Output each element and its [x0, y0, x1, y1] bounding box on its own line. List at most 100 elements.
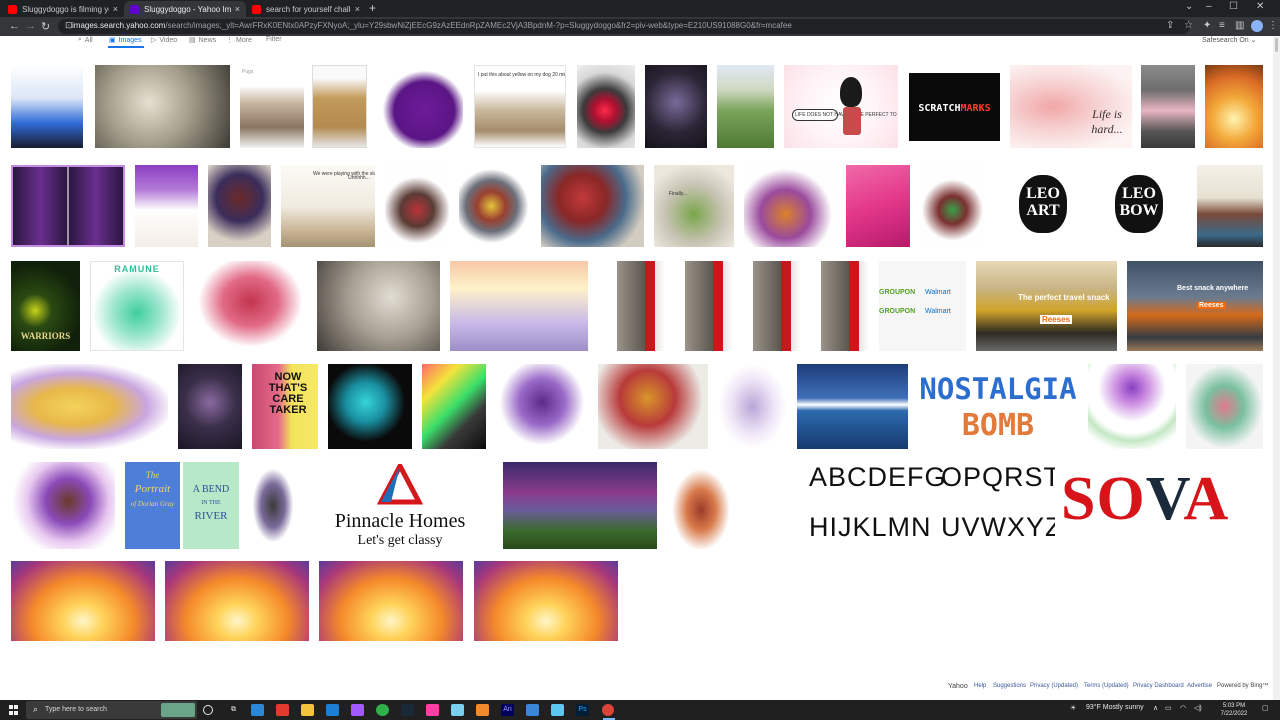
image-result[interactable] — [165, 561, 309, 641]
tab-filter[interactable]: Filter — [266, 36, 282, 43]
footer-suggestions-link[interactable]: Suggestions — [993, 683, 1026, 689]
animate-icon[interactable]: An — [501, 704, 514, 716]
image-result[interactable]: Pinnacle Homes Let's get classy — [307, 462, 493, 549]
app-icon[interactable] — [451, 704, 464, 716]
close-tab-icon[interactable]: × — [113, 4, 118, 14]
image-result[interactable]: The perfect travel snack Reeses — [976, 261, 1117, 351]
back-button[interactable]: ← — [9, 20, 20, 32]
cortana-icon[interactable] — [203, 705, 213, 715]
maximize-button[interactable]: ☐ — [1229, 1, 1238, 12]
image-result[interactable] — [797, 364, 908, 449]
menu-icon[interactable]: ⋮ — [1268, 20, 1278, 31]
close-window-button[interactable]: ✕ — [1256, 1, 1264, 12]
mail-icon[interactable] — [251, 704, 264, 716]
tab-news[interactable]: ▤ News — [189, 36, 216, 45]
image-result[interactable] — [422, 364, 486, 449]
image-result[interactable] — [11, 364, 168, 449]
image-result[interactable] — [496, 364, 588, 449]
app-icon[interactable] — [426, 704, 439, 716]
edge-icon[interactable] — [326, 704, 339, 716]
image-result[interactable] — [11, 462, 115, 549]
url-text[interactable]: images.search.yahoo.com/search/images;_y… — [72, 21, 1152, 30]
image-result[interactable]: RAMUNE — [90, 261, 184, 351]
image-result[interactable]: SOVA — [1061, 462, 1263, 549]
image-result[interactable] — [474, 561, 618, 641]
image-result[interactable] — [11, 561, 155, 641]
tab-images[interactable]: ▣ Images — [109, 36, 142, 45]
image-result[interactable] — [317, 261, 440, 351]
image-result[interactable]: LEO ART — [995, 165, 1091, 247]
close-tab-icon[interactable]: × — [355, 4, 360, 14]
scrollbar-thumb[interactable] — [1275, 38, 1278, 52]
image-result[interactable] — [208, 165, 271, 247]
image-result[interactable] — [178, 364, 242, 449]
image-result[interactable]: A BEND IN THE RIVER — [183, 462, 239, 549]
image-result[interactable] — [1141, 65, 1195, 148]
image-result[interactable]: I put this about yellow on my dog 20 min… — [474, 65, 566, 148]
image-result[interactable] — [577, 65, 635, 148]
footer-privacy-dashboard-link[interactable]: Privacy Dashboard — [1133, 683, 1184, 689]
image-result[interactable] — [667, 462, 735, 549]
image-result[interactable] — [11, 65, 83, 148]
image-result[interactable]: Finally... — [654, 165, 734, 247]
image-result[interactable] — [95, 65, 230, 148]
share-icon[interactable]: ⇪ — [1166, 20, 1174, 31]
browser-tab-yahoo-images[interactable]: Sluggydoggo - Yahoo Image Sea × — [124, 1, 246, 17]
network-icon[interactable]: ▭ — [1165, 704, 1172, 712]
image-result[interactable] — [846, 165, 910, 247]
image-result[interactable]: ABCDEFG OPQRST HIJKLMN UVWXYZ — [805, 462, 1055, 549]
footer-terms-link[interactable]: Terms (Updated) — [1084, 683, 1129, 689]
footer-help-link[interactable]: Help — [974, 683, 986, 689]
taskbar-clock[interactable]: 5:03 PM 7/22/2022 — [1219, 702, 1249, 718]
steam-icon[interactable] — [401, 704, 414, 716]
image-result[interactable]: NOSTALGIA BOMB — [918, 364, 1078, 449]
image-result[interactable] — [503, 462, 657, 549]
address-bar[interactable]: ⊡ images.search.yahoo.com/search/images;… — [58, 19, 1190, 34]
image-result[interactable] — [744, 165, 836, 247]
wifi-icon[interactable]: ◠ — [1180, 704, 1186, 712]
tab-all[interactable]: ⌕ All — [78, 36, 93, 44]
minimize-button[interactable]: – — [1206, 1, 1212, 12]
app-icon[interactable] — [376, 704, 389, 716]
footer-privacy-link[interactable]: Privacy (Updated) — [1030, 683, 1078, 689]
scrollbar[interactable] — [1273, 36, 1280, 700]
notifications-icon[interactable]: ▢ — [1262, 704, 1269, 712]
image-result[interactable] — [377, 65, 463, 148]
image-result[interactable] — [450, 261, 588, 351]
image-result[interactable]: We were playing with the slugs Uhhhhh... — [281, 165, 375, 247]
image-result[interactable]: NOW THAT'S CARE TAKER — [252, 364, 318, 449]
close-tab-icon[interactable]: × — [235, 4, 240, 14]
taskbar-search-box[interactable]: ⌕ Type here to search — [26, 701, 197, 719]
task-view-icon[interactable]: ⧉ — [227, 704, 240, 716]
star-icon[interactable]: ☆ — [1184, 20, 1193, 31]
image-result[interactable] — [645, 65, 707, 148]
tab-search-icon[interactable]: ⌄ — [1185, 1, 1193, 12]
image-result[interactable] — [11, 165, 125, 247]
new-tab-button[interactable]: + — [369, 1, 376, 15]
sidebar-icon[interactable]: ▥ — [1235, 20, 1244, 31]
browser-tab-youtube-search[interactable]: search for yourself challenge (pr × — [246, 1, 366, 17]
image-result[interactable]: Life is hard... — [1010, 65, 1132, 148]
image-result[interactable] — [1186, 364, 1263, 449]
image-result[interactable]: LIFE DOES NOT HAVE TO BE PERFECT TO BE W… — [784, 65, 898, 148]
safesearch-toggle[interactable]: Safesearch On ⌄ — [1202, 36, 1257, 44]
image-result[interactable] — [328, 364, 412, 449]
image-result[interactable]: WARRIORS — [11, 261, 80, 351]
forward-button[interactable]: → — [25, 20, 36, 32]
image-result[interactable] — [459, 165, 531, 247]
footer-yahoo-link[interactable]: Yahoo — [948, 683, 968, 690]
image-result[interactable] — [249, 462, 297, 549]
photoshop-icon[interactable]: Ps — [576, 704, 589, 716]
app-icon[interactable] — [276, 704, 289, 716]
windows-start-icon[interactable] — [9, 705, 19, 715]
image-result[interactable] — [385, 165, 449, 247]
image-result[interactable]: SCRATCHMARKS — [909, 73, 1000, 141]
image-result[interactable]: LEO BOW — [1091, 165, 1187, 247]
tab-video[interactable]: ▷ Video — [151, 36, 177, 45]
image-result[interactable]: Pugs — [240, 65, 304, 148]
extension-icon[interactable]: ✦ — [1203, 20, 1211, 31]
image-result[interactable]: The Portrait of Dorian Gray — [125, 462, 180, 549]
image-result[interactable] — [920, 165, 985, 247]
reload-button[interactable]: ↻ — [41, 20, 50, 33]
playlist-icon[interactable]: ≡ — [1219, 20, 1225, 31]
